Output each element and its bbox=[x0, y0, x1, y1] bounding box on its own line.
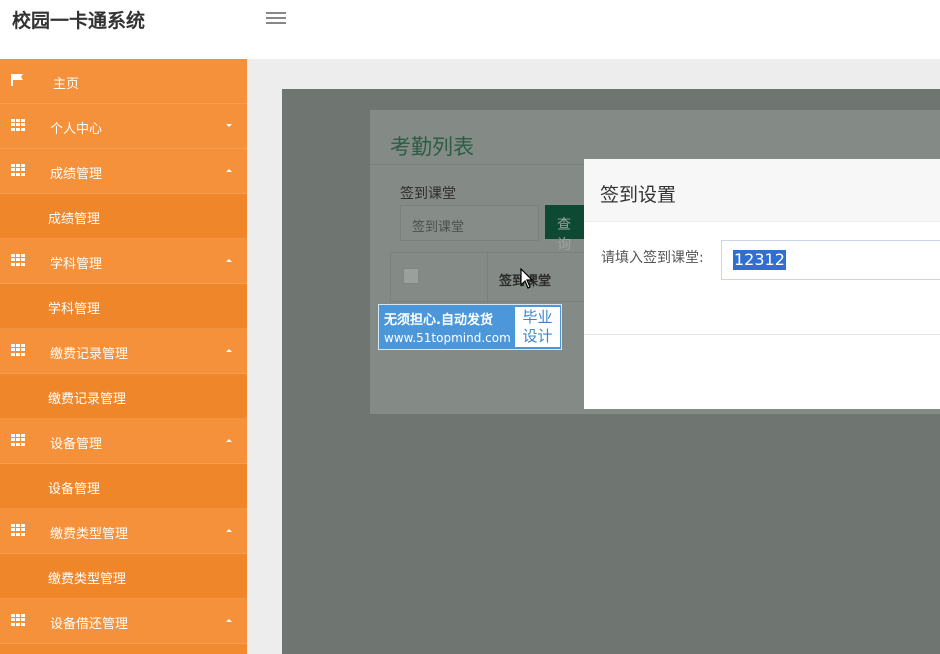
sidebar-item-device-management[interactable]: 设备管理 bbox=[0, 419, 247, 464]
banner-text: 无须担心.自动发货 bbox=[384, 313, 493, 328]
sidebar: 主页 个人中心 成绩管理 成绩管理 学科管理 学科管理 缴费记录管理 缴费记录管… bbox=[0, 59, 247, 654]
caret-up-icon bbox=[226, 619, 232, 622]
sidebar-subitem-grade-management[interactable]: 成绩管理 bbox=[0, 194, 247, 239]
grid-icon bbox=[11, 344, 25, 356]
sidebar-subitem-label: 缴费记录管理 bbox=[48, 392, 127, 407]
sidebar-subitem-subject-management[interactable]: 学科管理 bbox=[0, 284, 247, 329]
sidebar-item-label: 设备管理 bbox=[50, 437, 103, 452]
sidebar-subitem-label: 成绩管理 bbox=[48, 212, 101, 227]
page-title: 考勤列表 bbox=[390, 135, 474, 159]
sidebar-subitem-device-management[interactable]: 设备管理 bbox=[0, 464, 247, 509]
sidebar-subitem-label: 学科管理 bbox=[48, 302, 101, 317]
flag-icon bbox=[11, 74, 23, 86]
app-title: 校园一卡通系统 bbox=[12, 10, 146, 32]
sidebar-subitem-label: 缴费类型管理 bbox=[48, 572, 127, 587]
search-input[interactable]: 签到课堂 bbox=[400, 205, 539, 241]
grid-icon bbox=[11, 614, 25, 626]
caret-up-icon bbox=[226, 349, 232, 352]
sidebar-item-label: 缴费记录管理 bbox=[50, 347, 129, 362]
select-all-checkbox[interactable] bbox=[403, 268, 419, 284]
sidebar-item-label: 学科管理 bbox=[50, 257, 103, 272]
mouse-cursor-icon bbox=[520, 268, 534, 289]
sidebar-subitem-payment-types[interactable]: 缴费类型管理 bbox=[0, 554, 247, 599]
sidebar-item-grade-management[interactable]: 成绩管理 bbox=[0, 149, 247, 194]
caret-down-icon bbox=[226, 124, 232, 127]
sidebar-item-label: 设备借还管理 bbox=[50, 617, 129, 632]
sidebar-item-home[interactable]: 主页 bbox=[0, 59, 247, 104]
sidebar-item-personal-center[interactable]: 个人中心 bbox=[0, 104, 247, 149]
divider bbox=[584, 334, 940, 335]
modal-header: 签到设置 bbox=[584, 159, 940, 222]
menu-toggle-icon[interactable] bbox=[266, 10, 286, 26]
search-label: 签到课堂 bbox=[400, 186, 456, 202]
caret-up-icon bbox=[226, 529, 232, 532]
sidebar-item-device-lending[interactable]: 设备借还管理 bbox=[0, 599, 247, 644]
grid-icon bbox=[11, 434, 25, 446]
sidebar-item-label: 缴费类型管理 bbox=[50, 527, 129, 542]
grid-icon bbox=[11, 524, 25, 536]
sidebar-item-payment-types[interactable]: 缴费类型管理 bbox=[0, 509, 247, 554]
divider bbox=[487, 253, 488, 301]
sidebar-item-subject-management[interactable]: 学科管理 bbox=[0, 239, 247, 284]
modal-field-label: 请填入签到课堂: bbox=[601, 250, 704, 266]
sidebar-item-label: 成绩管理 bbox=[50, 167, 103, 182]
caret-up-icon bbox=[226, 169, 232, 172]
grid-icon bbox=[11, 164, 25, 176]
sidebar-item-payment-records[interactable]: 缴费记录管理 bbox=[0, 329, 247, 374]
sidebar-item-label: 个人中心 bbox=[50, 122, 103, 137]
banner-badge-line: 设计 bbox=[522, 327, 553, 345]
banner-url: www.51topmind.com bbox=[384, 331, 511, 345]
sign-in-class-input[interactable]: 12312 bbox=[721, 240, 940, 280]
sidebar-item-label: 主页 bbox=[53, 77, 80, 92]
watermark-banner: 无须担心.自动发货 www.51topmind.com 毕业 设计 bbox=[378, 304, 562, 350]
caret-up-icon bbox=[226, 439, 232, 442]
banner-badge: 毕业 设计 bbox=[515, 307, 560, 347]
sidebar-subitem-label: 设备管理 bbox=[48, 482, 101, 497]
modal-title: 签到设置 bbox=[600, 184, 677, 206]
grid-icon bbox=[11, 119, 25, 131]
selected-input-text: 12312 bbox=[733, 250, 786, 270]
banner-badge-line: 毕业 bbox=[522, 308, 553, 326]
top-header: 校园一卡通系统 bbox=[0, 0, 940, 59]
sidebar-subitem-payment-records[interactable]: 缴费记录管理 bbox=[0, 374, 247, 419]
table-header: 签到课堂 bbox=[390, 252, 590, 302]
sign-in-settings-modal: 签到设置 请填入签到课堂: 12312 bbox=[584, 159, 940, 409]
caret-up-icon bbox=[226, 259, 232, 262]
grid-icon bbox=[11, 254, 25, 266]
